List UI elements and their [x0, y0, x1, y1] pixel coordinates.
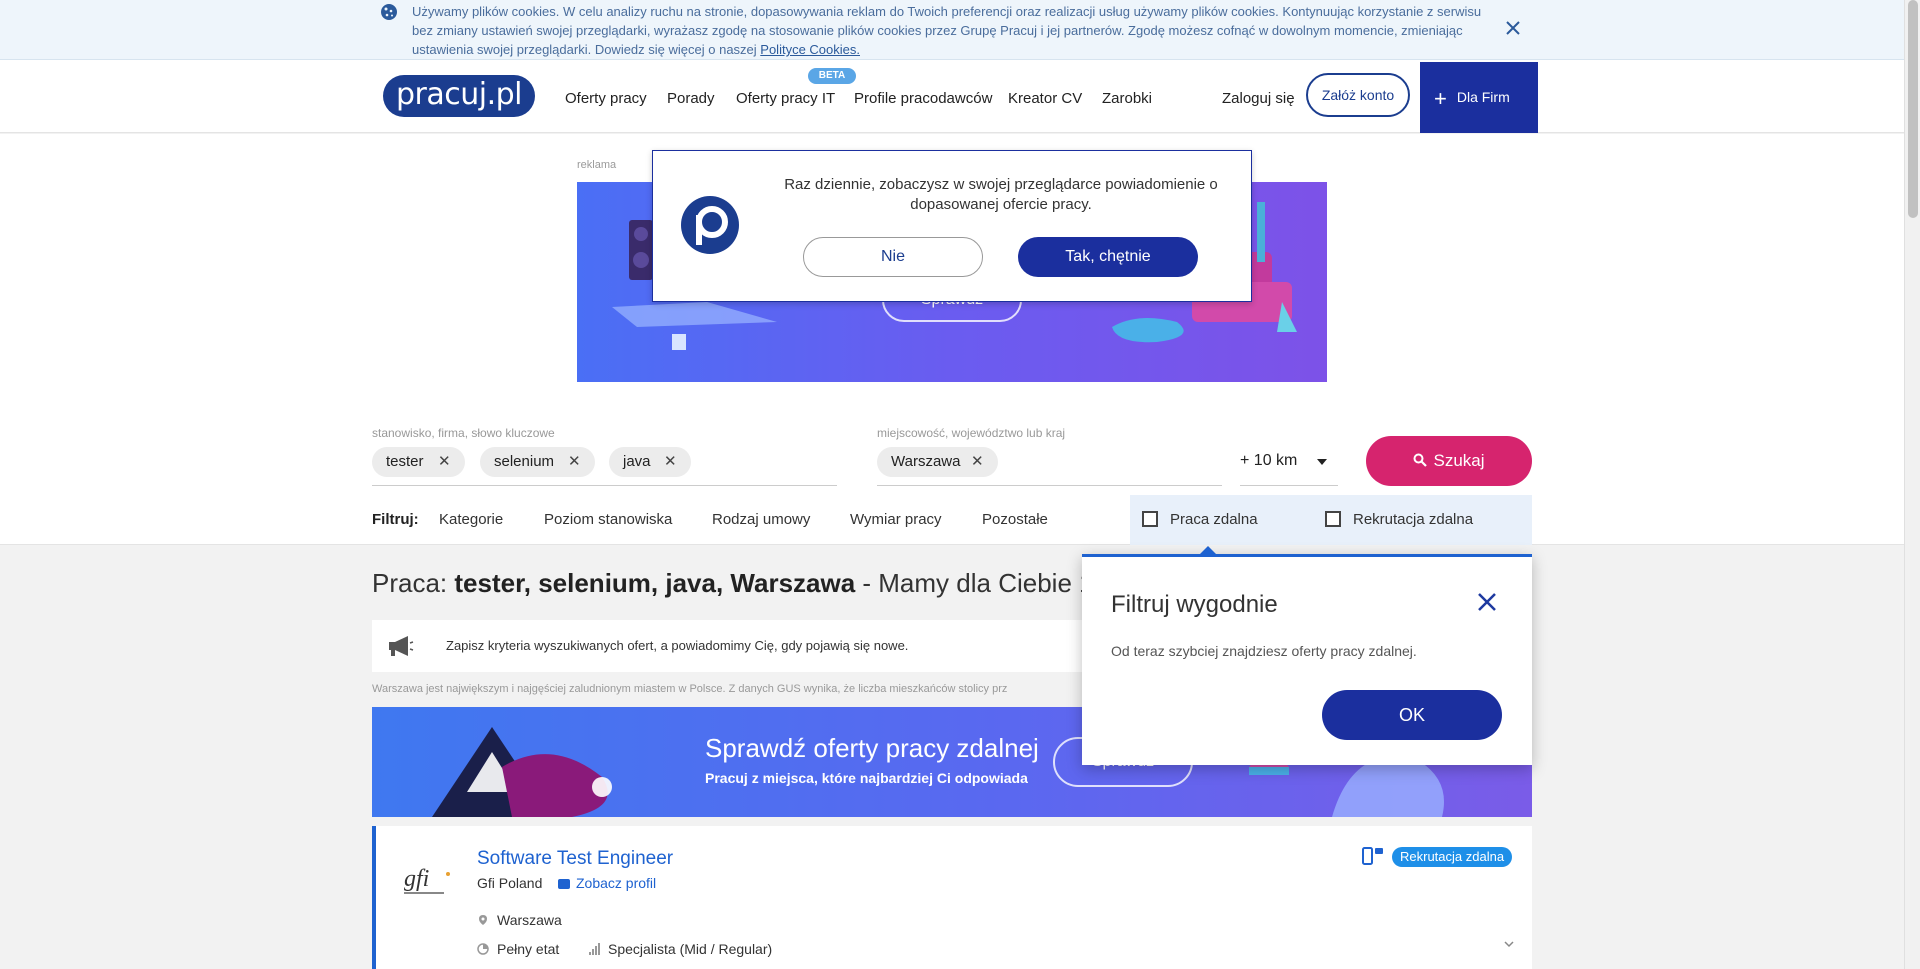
results-title: Praca: tester, selenium, java, Warszawa … [372, 568, 1130, 599]
cookie-icon [381, 4, 397, 20]
logo[interactable]: pracuj.pl [383, 75, 535, 117]
briefcase-icon [558, 879, 570, 889]
remote-recruitment-checkbox[interactable] [1325, 511, 1341, 527]
job-location: Warszawa [477, 912, 562, 928]
keyword-chip: tester ✕ [372, 447, 465, 477]
popup-title: Filtruj wygodnie [1111, 591, 1278, 618]
job-level-label: Specjalista (Mid / Regular) [608, 941, 773, 957]
filter-work-time[interactable]: Wymiar pracy [850, 511, 942, 528]
filter-categories[interactable]: Kategorie [439, 511, 503, 528]
filter-label: Filtruj: [372, 511, 419, 528]
remote-work-label[interactable]: Praca zdalna [1170, 511, 1258, 528]
search-button-label: Szukaj [1433, 451, 1485, 470]
keyword-label: stanowisko, firma, słowo kluczowe [372, 426, 555, 440]
location-label: miejscowość, województwo lub kraj [877, 426, 1066, 440]
remote-filter-box: Praca zdalna Rekrutacja zdalna [1130, 495, 1532, 545]
nav-cv-creator[interactable]: Kreator CV [1008, 90, 1082, 107]
beta-badge: BETA [808, 68, 856, 84]
city-description: Warszawa jest największym i najgęściej z… [372, 683, 1008, 695]
notification-popup: Raz dziennie, zobaczysz w swojej przeglą… [652, 150, 1252, 302]
profile-link-label: Zobacz profil [576, 875, 657, 891]
close-icon[interactable] [1476, 591, 1498, 613]
remove-keyword-icon[interactable]: ✕ [568, 447, 581, 477]
scrollbar[interactable] [1904, 0, 1920, 969]
distance-select[interactable]: + 10 km [1240, 452, 1297, 470]
cookie-bar: Używamy plików cookies. W celu analizy r… [0, 0, 1904, 60]
cookie-text: Używamy plików cookies. W celu analizy r… [412, 4, 1482, 57]
remote-banner-title: Sprawdź oferty pracy zdalnej [705, 733, 1039, 763]
job-location-label: Warszawa [497, 912, 562, 928]
remove-keyword-icon[interactable]: ✕ [438, 447, 451, 477]
job-level: Specjalista (Mid / Regular) [588, 941, 772, 957]
filter-position-level[interactable]: Poziom stanowiska [544, 511, 672, 528]
search-button[interactable]: Szukaj [1366, 436, 1532, 486]
popup-arrow [1200, 546, 1216, 554]
close-icon[interactable] [1504, 19, 1522, 37]
keyword-input[interactable] [372, 485, 837, 486]
clock-icon [477, 943, 489, 955]
signal-bars-icon [589, 943, 600, 955]
chevron-down-icon[interactable] [1317, 459, 1327, 465]
location-input[interactable] [877, 485, 1222, 486]
remove-keyword-icon[interactable]: ✕ [664, 447, 677, 477]
keyword-chip: selenium ✕ [480, 447, 595, 477]
results-query: tester, selenium, java, Warszawa [454, 568, 856, 598]
keyword-chip-label: java [623, 453, 651, 470]
login-link[interactable]: Zaloguj się [1222, 90, 1295, 107]
for-firms-label: Dla Firm [1456, 89, 1510, 105]
keyword-chip-label: tester [386, 453, 424, 470]
job-employment: Pełny etat [477, 941, 559, 957]
remove-location-icon[interactable]: ✕ [971, 447, 984, 477]
nav-salaries[interactable]: Zarobki [1102, 90, 1152, 107]
accept-button[interactable]: Tak, chętnie [1018, 237, 1198, 277]
scrollbar-thumb[interactable] [1908, 0, 1918, 218]
nav-it-offers[interactable]: Oferty pracy IT [736, 90, 835, 107]
keyword-chip-label: selenium [494, 453, 555, 470]
company-logo: gfi [404, 866, 450, 894]
job-title[interactable]: Software Test Engineer [477, 848, 673, 870]
remote-recruitment-label[interactable]: Rekrutacja zdalna [1353, 511, 1473, 528]
filter-tooltip-popup: Filtruj wygodnie Od teraz szybciej znajd… [1082, 546, 1532, 765]
chevron-down-icon[interactable] [1504, 939, 1514, 949]
remote-banner-subtitle: Pracuj z miejsca, które najbardziej Ci o… [705, 770, 1028, 786]
company-logo-text: gfi [404, 866, 429, 892]
remote-recruitment-badge: Rekrutacja zdalna [1392, 847, 1513, 867]
company-profile-link[interactable]: Zobacz profil [558, 875, 656, 891]
job-offer-card[interactable]: gfi Software Test Engineer Gfi Poland Zo… [372, 826, 1532, 969]
search-icon [1413, 453, 1428, 467]
nav-job-offers[interactable]: Oferty pracy [565, 90, 647, 107]
job-employment-label: Pełny etat [497, 941, 560, 957]
megaphone-icon [389, 636, 414, 656]
ok-button[interactable]: OK [1322, 690, 1502, 740]
decline-button[interactable]: Nie [803, 237, 983, 277]
remote-recruitment-icon [1362, 847, 1383, 865]
pracuj-logo-icon [681, 196, 739, 254]
nav-advice[interactable]: Porady [667, 90, 715, 107]
popup-text: Od teraz szybciej znajdziesz oferty prac… [1111, 643, 1417, 659]
location-chip: Warszawa ✕ [877, 447, 998, 477]
location-chip-label: Warszawa [891, 453, 961, 470]
filter-other[interactable]: Pozostałe [982, 511, 1048, 528]
results-prefix: Praca: [372, 568, 455, 598]
register-button[interactable]: Załóż konto [1306, 73, 1410, 117]
for-firms-button[interactable]: + Dla Firm [1420, 62, 1538, 133]
plus-icon: + [1434, 85, 1447, 111]
header: pracuj.pl Oferty pracy Porady Oferty pra… [0, 60, 1904, 133]
location-pin-icon [479, 915, 487, 925]
keyword-chip: java ✕ [609, 447, 691, 477]
remote-work-checkbox[interactable] [1142, 511, 1158, 527]
distance-underline [1240, 485, 1338, 486]
ad-label: reklama [577, 159, 617, 171]
company-name: Gfi Poland [477, 875, 543, 891]
notification-text: Raz dziennie, zobaczysz w swojej przeglą… [784, 176, 1218, 213]
save-search-text: Zapisz kryteria wyszukiwanych ofert, a p… [446, 638, 909, 653]
filter-contract-type[interactable]: Rodzaj umowy [712, 511, 810, 528]
cookie-policy-link[interactable]: Polityce Cookies. [760, 42, 860, 57]
search-area: stanowisko, firma, słowo kluczowe tester… [0, 397, 1904, 545]
nav-employer-profiles[interactable]: Profile pracodawców [854, 90, 992, 107]
